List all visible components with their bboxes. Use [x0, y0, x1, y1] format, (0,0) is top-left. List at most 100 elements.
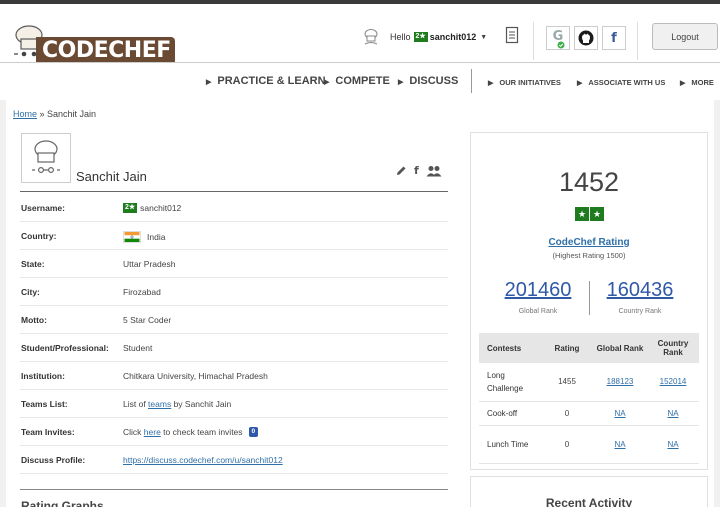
star-badge: 2★ [413, 32, 428, 42]
table-header-row: Contests Rating Global Rank Country Rank [479, 333, 699, 363]
logout-button[interactable]: Logout [652, 23, 718, 50]
row-country: Country: India [20, 222, 448, 250]
label-city: City: [21, 287, 40, 297]
nav-discuss[interactable]: ▶ DISCUSS [398, 75, 458, 87]
rating-graphs-title: Rating Graphs [21, 499, 104, 507]
teams-prefix: List of [123, 399, 149, 409]
profile-actions: f [396, 164, 442, 177]
teams-link[interactable]: teams [148, 399, 171, 409]
contest-rating: 1455 [541, 363, 593, 402]
user-menu[interactable]: Hello 2★ sanchit012 ▼ [362, 26, 487, 48]
contest-ratings-table: Contests Rating Global Rank Country Rank… [479, 333, 699, 464]
contest-global-rank-link[interactable]: NA [614, 440, 625, 449]
col-contests: Contests [479, 333, 541, 363]
name-divider [20, 191, 448, 192]
contest-name: Long Challenge [479, 363, 541, 402]
users-icon[interactable] [426, 165, 442, 177]
edit-pencil-icon[interactable] [396, 165, 407, 176]
chevron-down-icon[interactable]: ▼ [480, 34, 487, 41]
rating-graphs-divider [20, 489, 448, 490]
global-rank-link[interactable]: 201460 [488, 279, 588, 302]
contest-rating: 0 [541, 425, 593, 464]
github-icon [578, 30, 594, 46]
nav-practice[interactable]: ▶ PRACTICE & LEARN [206, 75, 326, 87]
label-username: Username: [21, 203, 65, 213]
avatar [21, 133, 71, 183]
row-state: State: Uttar Pradesh [20, 250, 448, 278]
contest-global-rank-link[interactable]: NA [614, 409, 625, 418]
label-teams: Teams List: [21, 399, 68, 409]
label-student: Student/Professional: [21, 343, 109, 353]
row-discuss: Discuss Profile: https://discuss.codeche… [20, 446, 448, 474]
facebook-share-icon[interactable]: f [414, 164, 419, 177]
table-row: Long Challenge 1455 188123 152014 [479, 363, 699, 402]
nav-more[interactable]: ▶ MORE [680, 78, 714, 87]
country-rank-link[interactable]: 160436 [590, 279, 690, 302]
rating-value: 1452 [558, 167, 620, 197]
label-motto: Motto: [21, 315, 47, 325]
rating-stars: ★ ★ [575, 207, 604, 221]
col-country-rank: Country Rank [647, 333, 699, 363]
play-arrow-icon: ▶ [680, 80, 686, 87]
row-institution: Institution: Chitkara University, Himach… [20, 362, 448, 390]
nav-associate[interactable]: ▶ ASSOCIATE WITH US [577, 78, 665, 87]
country-rank-block: 160436 Country Rank [590, 279, 690, 315]
row-teams: Teams List: List of teams by Sanchit Jai… [20, 390, 448, 418]
nav-initiatives[interactable]: ▶ OUR INITIATIVES [488, 78, 561, 87]
play-arrow-icon: ▶ [398, 79, 404, 86]
contest-name: Lunch Time [479, 425, 541, 464]
row-city: City: Firozabad [20, 278, 448, 306]
row-student: Student/Professional: Student [20, 334, 448, 362]
value-state: Uttar Pradesh [123, 259, 176, 269]
star-icon: ★ [575, 207, 589, 221]
profile-card: Sanchit Jain f Username: 2★ sanchit012 Co… [20, 132, 448, 507]
hello-text: Hello [390, 32, 411, 42]
row-motto: Motto: 5 Star Coder [20, 306, 448, 334]
breadcrumb-home-link[interactable]: Home [13, 109, 37, 119]
contest-rating: 0 [541, 401, 593, 426]
row-username: Username: 2★ sanchit012 [20, 194, 448, 222]
label-invites: Team Invites: [21, 427, 75, 437]
label-country: Country: [21, 231, 57, 241]
facebook-button[interactable]: f [602, 26, 626, 50]
play-arrow-icon: ▶ [577, 80, 583, 87]
discuss-profile-link[interactable]: https://discuss.codechef.com/u/sanchit01… [123, 455, 283, 465]
country-text: India [147, 232, 166, 242]
recent-activity-card: Recent Activity [470, 476, 708, 507]
facebook-icon: f [611, 30, 617, 46]
username-text: sanchit012 [140, 203, 182, 213]
header-username[interactable]: sanchit012 [430, 32, 477, 42]
notes-icon[interactable] [505, 26, 519, 44]
global-rank-label: Global Rank [518, 308, 558, 315]
profile-name: Sanchit Jain [76, 169, 147, 184]
teams-suffix: by Sanchit Jain [171, 399, 232, 409]
label-discuss: Discuss Profile: [21, 455, 86, 465]
codechef-rating-link[interactable]: CodeChef Rating [471, 237, 707, 248]
play-arrow-icon: ▶ [206, 79, 212, 86]
label-institution: Institution: [21, 371, 65, 381]
invites-suffix: to check team invites [160, 427, 243, 437]
contest-global-rank-link[interactable]: 188123 [607, 377, 634, 386]
table-row: Lunch Time 0 NA NA [479, 425, 699, 464]
contest-country-rank-link[interactable]: NA [667, 409, 678, 418]
github-button[interactable] [574, 26, 598, 50]
value-discuss: https://discuss.codechef.com/u/sanchit01… [123, 455, 283, 465]
invites-here-link[interactable]: here [144, 427, 161, 437]
value-username: 2★ sanchit012 [123, 203, 181, 213]
value-motto: 5 Star Coder [123, 315, 172, 325]
nav-divider [471, 69, 472, 93]
col-rating: Rating [541, 333, 593, 363]
contest-country-rank-link[interactable]: 152014 [660, 377, 687, 386]
nav-compete[interactable]: ▶ COMPETE [324, 75, 390, 87]
header: CODECHEF An unacademy Enterprises Initia… [0, 4, 720, 75]
user-avatar-icon [364, 29, 378, 45]
col-global-rank: Global Rank [593, 333, 647, 363]
play-arrow-icon: ▶ [324, 79, 330, 86]
recent-activity-title: Recent Activity [545, 496, 633, 507]
google-icon: G [553, 29, 565, 49]
contest-country-rank-link[interactable]: NA [667, 440, 678, 449]
google-button[interactable]: G [546, 26, 570, 50]
breadcrumb-separator: » [37, 109, 48, 119]
breadcrumb: Home » Sanchit Jain [13, 109, 96, 119]
main-content: Home » Sanchit Jain Sanchit Jain f Usern… [6, 100, 714, 507]
